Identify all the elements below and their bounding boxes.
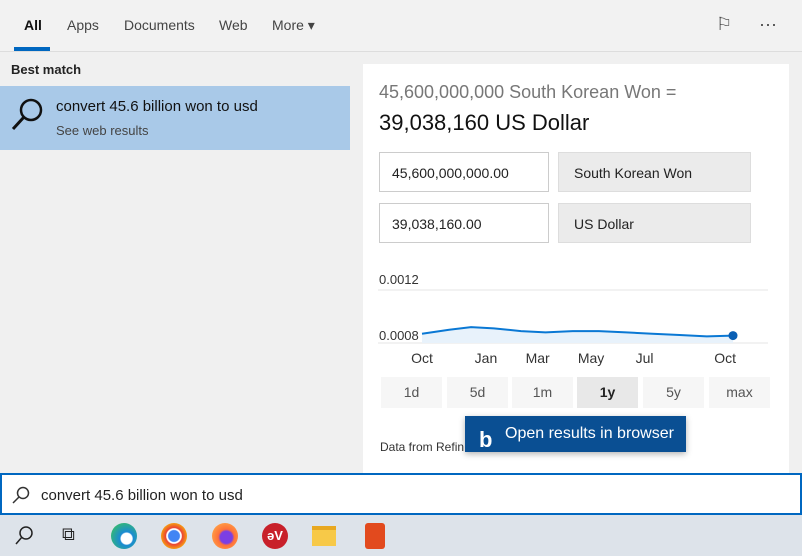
feedback-icon[interactable]: ⚐ [716,14,732,35]
active-tab-indicator [14,47,50,51]
search-tabs-bar: All Apps Documents Web More ▾ ⚐ ··· [0,0,802,52]
to-amount-input[interactable]: 39,038,160.00 [379,203,549,243]
result-title: convert 45.6 billion won to usd [56,98,258,115]
office-icon[interactable] [365,523,385,549]
edge-icon[interactable] [111,523,137,549]
taskbar-search-icon[interactable] [13,525,35,547]
x-tick-label: May [578,350,604,366]
tab-more[interactable]: More ▾ [272,17,315,34]
tab-web[interactable]: Web [219,17,248,33]
y-tick-label: 0.0008 [379,328,419,343]
open-button-label: Open results in browser [505,425,674,442]
range-5d[interactable]: 5d [447,377,508,408]
bing-icon: b [479,427,493,452]
best-match-heading: Best match [11,62,82,77]
search-box[interactable]: convert 45.6 billion won to usd [0,473,802,515]
exchange-rate-chart: 0.0012 0.0008 Oct Jan Mar May Jul Oct [378,272,768,366]
x-tick-label: Mar [526,350,550,366]
firefox-icon[interactable] [212,523,238,549]
chrome-icon[interactable] [161,523,187,549]
tab-documents[interactable]: Documents [124,17,195,33]
search-icon [12,486,30,504]
last-point-marker [728,331,738,341]
from-amount-input[interactable]: 45,600,000,000.00 [379,152,549,192]
conversion-from-line: 45,600,000,000 South Korean Won = [379,82,677,102]
to-currency-select[interactable]: US Dollar [558,203,751,243]
x-tick-label: Oct [714,350,736,366]
task-view-icon[interactable]: ⧉ [62,524,75,545]
expressvpn-icon[interactable]: ǝV [262,523,288,549]
more-options-icon[interactable]: ··· [759,14,777,35]
open-results-in-browser-button[interactable]: b Open results in browser [465,416,686,452]
range-5y[interactable]: 5y [643,377,704,408]
taskbar: ⧉ ǝV [0,515,802,556]
result-subtitle: See web results [56,123,149,138]
search-icon [11,98,43,131]
y-tick-label: 0.0012 [379,272,419,287]
tab-all[interactable]: All [24,17,42,33]
tab-apps[interactable]: Apps [67,17,99,33]
data-source: Data from Refin [380,440,465,454]
file-explorer-icon[interactable] [312,526,336,546]
x-tick-label: Jan [475,350,498,366]
range-1y[interactable]: 1y [577,377,638,408]
best-match-result[interactable]: convert 45.6 billion won to usd See web … [0,86,350,150]
conversion-result: 39,038,160 US Dollar [379,110,590,135]
range-max[interactable]: max [709,377,770,408]
search-input[interactable]: convert 45.6 billion won to usd [41,487,243,504]
x-tick-label: Oct [411,350,433,366]
range-1m[interactable]: 1m [512,377,573,408]
range-1d[interactable]: 1d [381,377,442,408]
from-currency-select[interactable]: South Korean Won [558,152,751,192]
x-tick-label: Jul [636,350,654,366]
